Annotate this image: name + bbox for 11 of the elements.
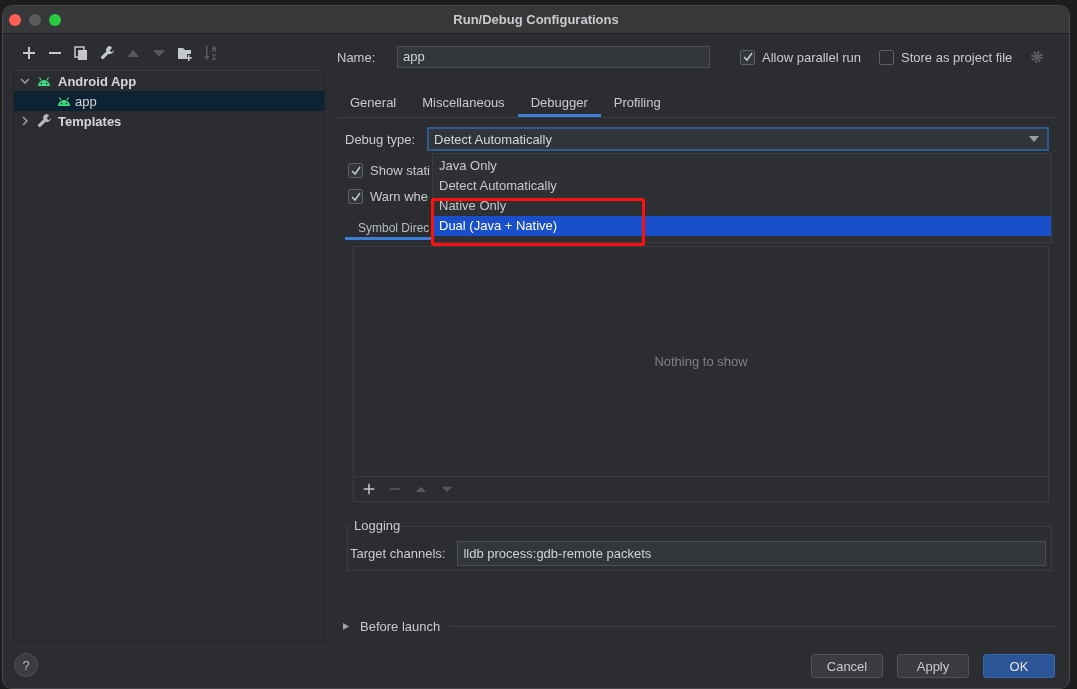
- window-title: Run/Debug Configurations: [453, 12, 619, 27]
- empty-message: Nothing to show: [654, 354, 748, 369]
- debug-type-label: Debug type:: [345, 131, 416, 147]
- checkbox-label: Store as project file: [901, 49, 1013, 65]
- checkbox-label: Warn whe: [370, 189, 429, 204]
- group-title: Logging: [352, 518, 403, 533]
- name-label: Name:: [337, 49, 377, 65]
- section-title: Before launch: [360, 619, 441, 634]
- target-channels-label: Target channels:: [350, 546, 446, 561]
- checkbox-label: Allow parallel run: [762, 49, 861, 65]
- checkbox-label: Show stati: [370, 163, 430, 178]
